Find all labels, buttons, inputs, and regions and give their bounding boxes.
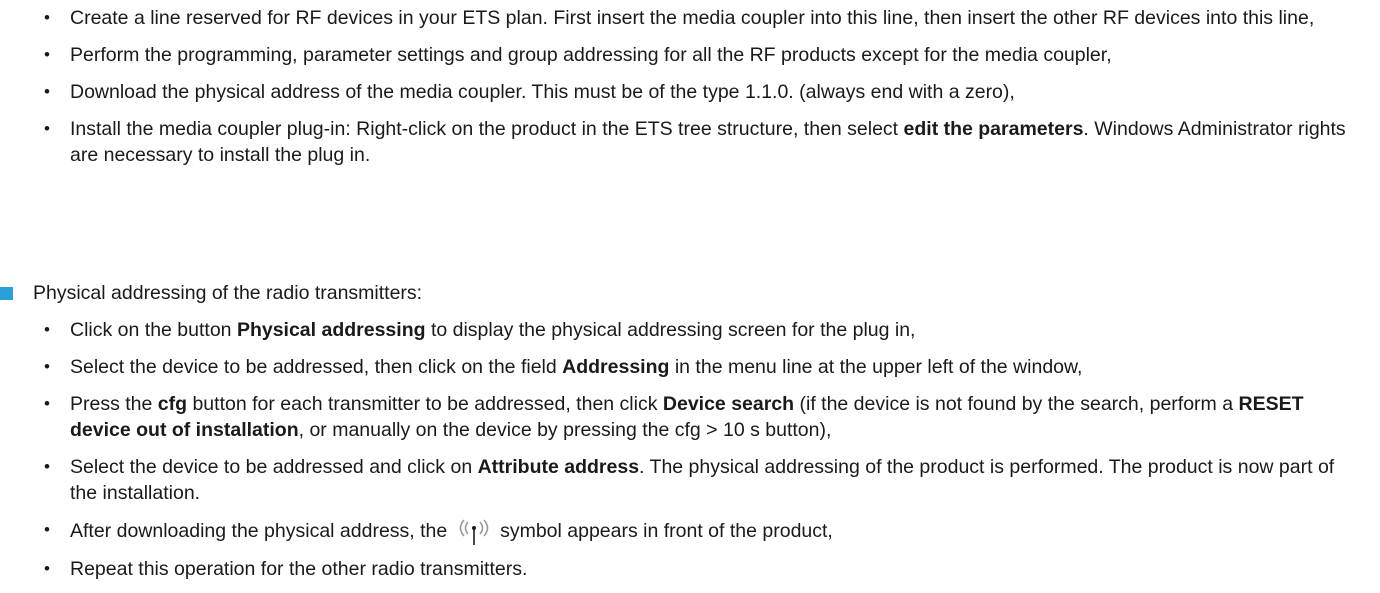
item-text: Create a line reserved for RF devices in…	[70, 7, 1315, 29]
item-text: Click on the button	[70, 319, 237, 341]
list-item: • Select the device to be addressed and c…	[26, 454, 1356, 506]
section-heading-text: Physical addressing of the radio transmi…	[33, 282, 423, 304]
item-text: , or manually on the device by pressing …	[298, 419, 832, 441]
item-text: Perform the programming, parameter setti…	[70, 44, 1112, 66]
bold-term: edit the parameters	[903, 118, 1084, 140]
bold-term: Physical addressing	[236, 319, 426, 341]
list-item: • Install the media coupler plug-in: Righ…	[26, 116, 1356, 168]
physical-addressing-section: Physical addressing of the radio transmi…	[0, 279, 1380, 580]
item-text: symbol appears in front of the product,	[500, 520, 833, 542]
radio-signal-icon	[459, 519, 488, 545]
bold-term: Attribute address	[477, 456, 640, 478]
bullet-dot: •	[44, 45, 50, 64]
bold-term: Addressing	[562, 356, 670, 378]
bullet-dot: •	[44, 394, 50, 413]
bold-term: cfg	[157, 393, 188, 415]
list-item: • Download the physical address of the me…	[26, 79, 1356, 105]
list-item: • Perform the programming, parameter sett…	[26, 42, 1356, 68]
item-text: in the menu line at the upper left of th…	[669, 356, 1083, 378]
item-text: Repeat this operation for the other radi…	[70, 558, 528, 580]
item-text: Install the media coupler plug-in: Right…	[70, 118, 904, 140]
item-text: (if the device is not found by the searc…	[794, 393, 1239, 415]
item-text: Select the device to be addressed and cl…	[70, 456, 478, 478]
list-item: • Create a line reserved for RF devices i…	[26, 5, 1356, 31]
top-bullet-list: • Create a line reserved for RF devices i…	[26, 5, 1356, 179]
bullet-dot: •	[44, 82, 50, 101]
section-bullet-list: • Click on the button Physical addressing…	[26, 317, 1356, 593]
item-text: Select the device to be addressed, then …	[70, 356, 563, 378]
item-text: to display the physical addressing scree…	[425, 319, 916, 341]
item-text: After downloading the physical address, …	[70, 520, 448, 542]
bullet-dot: •	[44, 559, 50, 578]
item-text: Press the	[70, 393, 158, 415]
list-item: • Repeat this operation for the other rad…	[26, 556, 1356, 582]
bullet-dot: •	[44, 320, 50, 339]
item-text: Download the physical address of the med…	[70, 81, 1015, 103]
section-heading: Physical addressing of the radio transmi…	[0, 279, 1380, 307]
list-item: • Press the cfg button for each transmitt…	[26, 391, 1356, 443]
item-text: button for each transmitter to be addres…	[187, 393, 663, 415]
list-item: • After downloading the physical address,…	[26, 517, 1356, 545]
square-bullet-icon	[0, 287, 13, 300]
bullet-dot: •	[44, 357, 50, 376]
bullet-dot: •	[44, 119, 50, 138]
bullet-dot: •	[44, 8, 50, 27]
list-item: • Click on the button Physical addressing…	[26, 317, 1356, 343]
bold-term: Device search	[662, 393, 795, 415]
document-page: • Create a line reserved for RF devices i…	[0, 0, 1380, 580]
list-item: • Select the device to be addressed, then…	[26, 354, 1356, 380]
bullet-dot: •	[44, 457, 50, 476]
